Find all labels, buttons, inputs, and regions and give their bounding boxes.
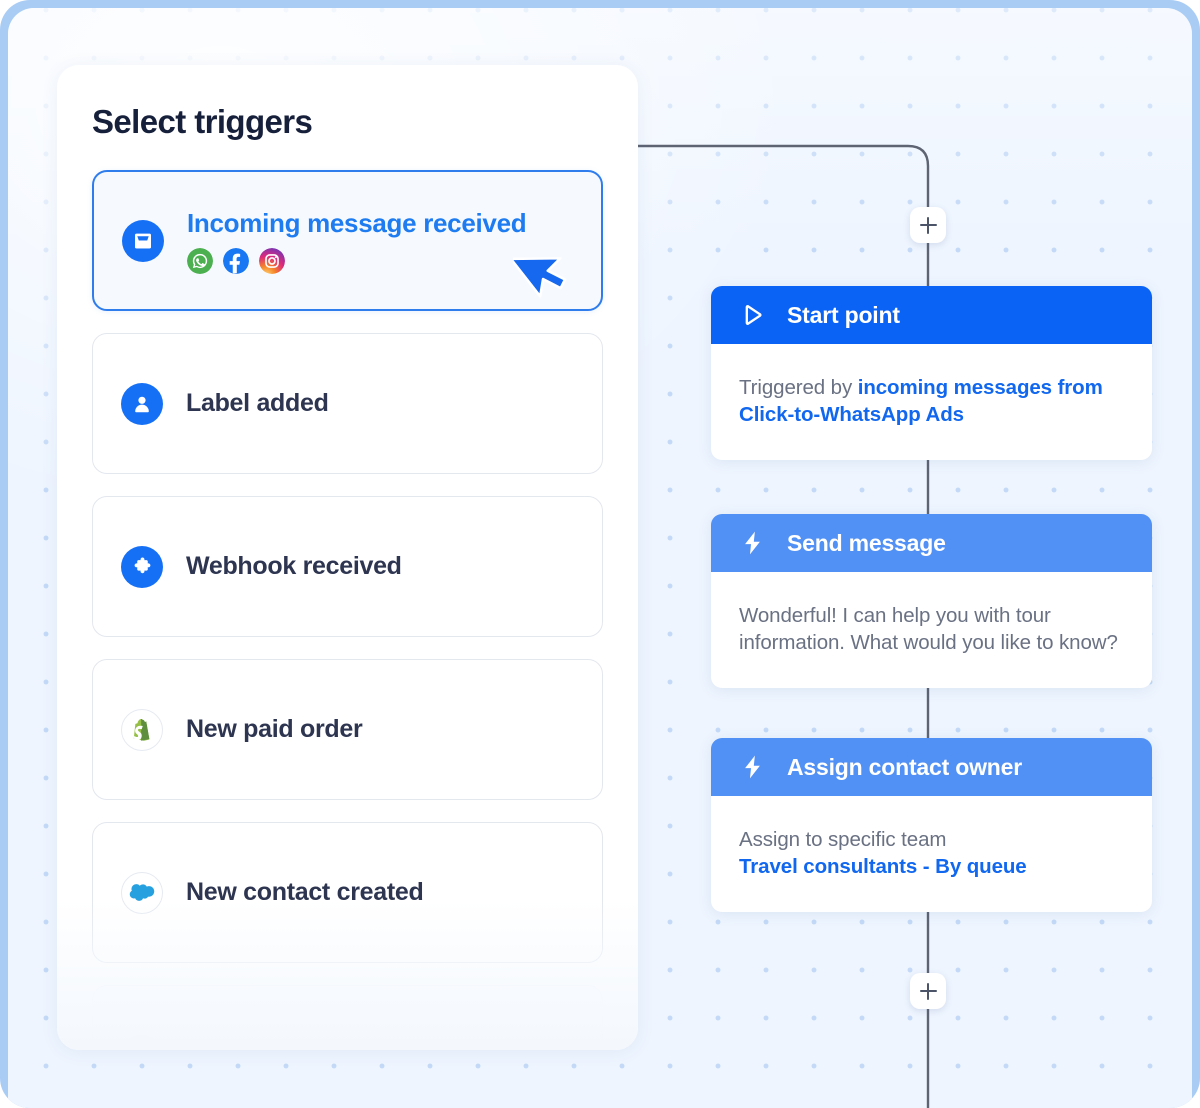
- flow-node-start-point[interactable]: Start point Triggered by incoming messag…: [711, 286, 1152, 461]
- trigger-label: Webhook received: [186, 552, 402, 580]
- panel-title: Select triggers: [92, 103, 313, 140]
- instagram-icon: [259, 247, 285, 274]
- flow-node-header: Assign contact owner: [711, 738, 1152, 796]
- trigger-list: Incoming message received Label added We…: [92, 170, 603, 1050]
- trigger-item-new-paid-order[interactable]: New paid order: [92, 659, 603, 800]
- trigger-label: New paid order: [186, 715, 363, 743]
- flow-node-assign-contact-owner[interactable]: Assign contact owner Assign to specific …: [711, 738, 1152, 913]
- plus-icon-vertical: [926, 982, 930, 1000]
- flow-node-title: Assign contact owner: [787, 753, 1022, 780]
- flow-node-body-prefix: Triggered by: [739, 376, 858, 399]
- trigger-body: New paid order: [186, 715, 363, 744]
- inbox-icon: [122, 219, 164, 262]
- add-node-button-top[interactable]: [910, 207, 946, 243]
- whatsapp-icon: [187, 247, 213, 274]
- trigger-label: Scheduled date & time: [186, 1041, 448, 1050]
- flow-node-header: Send message: [711, 514, 1152, 572]
- calendar-mail-icon: [121, 1034, 163, 1050]
- trigger-body: Label added: [186, 389, 329, 418]
- trigger-item-new-contact-created[interactable]: New contact created: [92, 822, 603, 963]
- flow-node-body-prefix: Wonderful! I can help you with tour info…: [739, 604, 1118, 655]
- lightning-icon: [745, 755, 760, 779]
- lightning-icon: [745, 531, 760, 555]
- trigger-body: New contact created: [186, 878, 424, 907]
- flow-node-title: Send message: [787, 529, 946, 556]
- trigger-label: New contact created: [186, 878, 424, 906]
- flow-node-title: Start point: [787, 301, 900, 328]
- trigger-item-incoming-message[interactable]: Incoming message received: [92, 170, 603, 311]
- shopify-icon: [121, 708, 163, 751]
- trigger-body: Scheduled date & time: [186, 1041, 448, 1050]
- user-icon: [121, 382, 163, 425]
- facebook-icon: [223, 247, 249, 274]
- flow-node-header: Start point: [711, 286, 1152, 344]
- flow-node-body: Wonderful! I can help you with tour info…: [711, 572, 1152, 688]
- channel-icon-row: [187, 247, 526, 274]
- trigger-item-label-added[interactable]: Label added: [92, 333, 603, 474]
- trigger-body: Incoming message received: [187, 207, 527, 274]
- flow-node-body: Triggered by incoming messages from Clic…: [711, 344, 1152, 460]
- trigger-item-scheduled-date-time[interactable]: Scheduled date & time: [92, 985, 603, 1050]
- trigger-label: Label added: [186, 389, 329, 417]
- play-icon: [745, 305, 762, 325]
- flow-canvas[interactable]: Select triggers Incoming message receive…: [8, 8, 1192, 1108]
- app-frame: Select triggers Incoming message receive…: [0, 0, 1200, 1108]
- flow-node-body-prefix: Assign to specific team: [739, 828, 947, 851]
- add-node-button-bottom[interactable]: [910, 973, 946, 1009]
- salesforce-icon: [121, 871, 163, 914]
- puzzle-icon: [121, 545, 163, 588]
- flow-node-body: Assign to specific team Travel consultan…: [711, 796, 1152, 912]
- select-triggers-panel: Select triggers Incoming message receive…: [57, 65, 638, 1050]
- mouse-cursor-icon: [513, 257, 567, 298]
- trigger-body: Webhook received: [186, 552, 402, 581]
- trigger-label: Incoming message received: [187, 207, 527, 238]
- flow-node-send-message[interactable]: Send message Wonderful! I can help you w…: [711, 514, 1152, 689]
- trigger-item-webhook-received[interactable]: Webhook received: [92, 496, 603, 637]
- plus-icon-vertical: [926, 216, 930, 234]
- flow-node-body-highlight: Travel consultants - By queue: [739, 855, 1027, 879]
